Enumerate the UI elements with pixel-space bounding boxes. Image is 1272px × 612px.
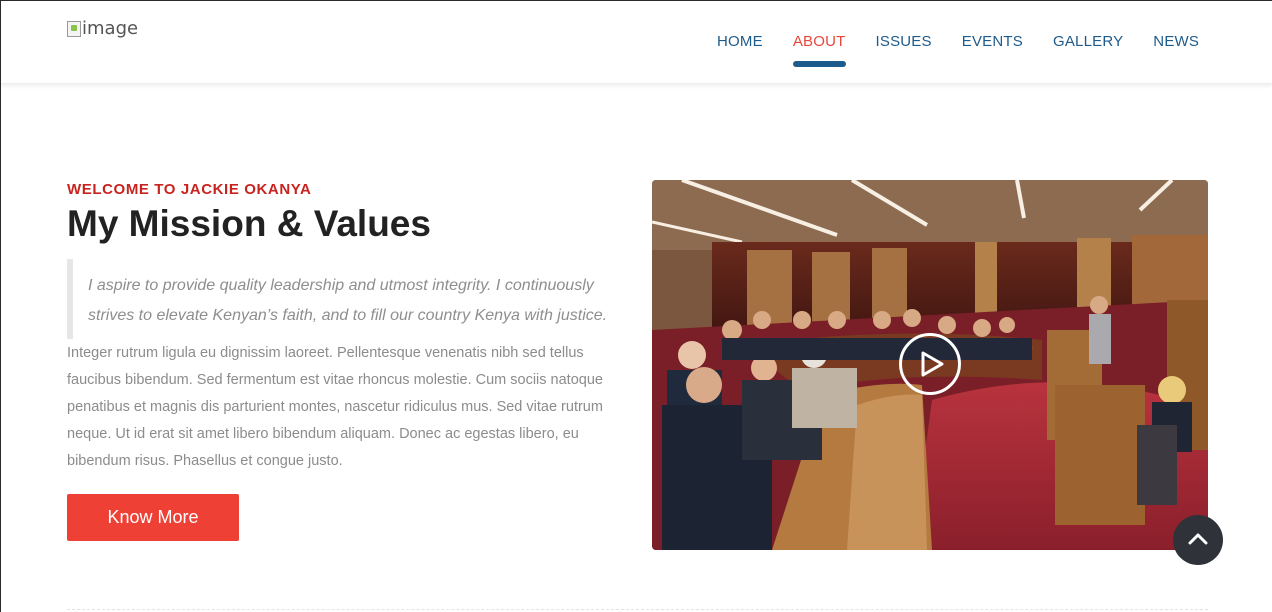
nav-item-about[interactable]: ABOUT (792, 33, 846, 67)
section-divider (67, 609, 1208, 610)
section-title: My Mission & Values (67, 203, 431, 244)
mission-quote: I aspire to provide quality leadership a… (67, 259, 627, 339)
scroll-to-top-button[interactable] (1173, 515, 1223, 565)
about-body-text: Integer rutrum ligula eu dignissim laore… (67, 345, 603, 469)
main-nav: HOME ABOUT ISSUES EVENTS GALLERY NEWS (717, 33, 1229, 67)
nav-item-issues[interactable]: ISSUES (876, 33, 932, 50)
nav-item-events[interactable]: EVENTS (962, 33, 1023, 50)
nav-item-gallery[interactable]: GALLERY (1053, 33, 1123, 50)
nav-item-about-label: ABOUT (792, 33, 846, 50)
video-play-button[interactable] (899, 333, 961, 395)
video-thumbnail[interactable] (652, 180, 1208, 550)
chevron-up-icon (1188, 533, 1208, 545)
know-more-button[interactable]: Know More (67, 494, 239, 541)
active-nav-indicator (792, 61, 846, 67)
site-header: image HOME ABOUT ISSUES EVENTS GALLERY N… (1, 1, 1272, 84)
section-eyebrow: WELCOME TO JACKIE OKANYA (67, 181, 312, 198)
play-icon (921, 351, 944, 377)
nav-item-news[interactable]: NEWS (1153, 33, 1199, 50)
site-logo[interactable]: image (67, 18, 138, 39)
nav-item-home[interactable]: HOME (717, 33, 763, 50)
broken-image-icon (67, 20, 81, 37)
logo-alt-text: image (82, 18, 139, 39)
